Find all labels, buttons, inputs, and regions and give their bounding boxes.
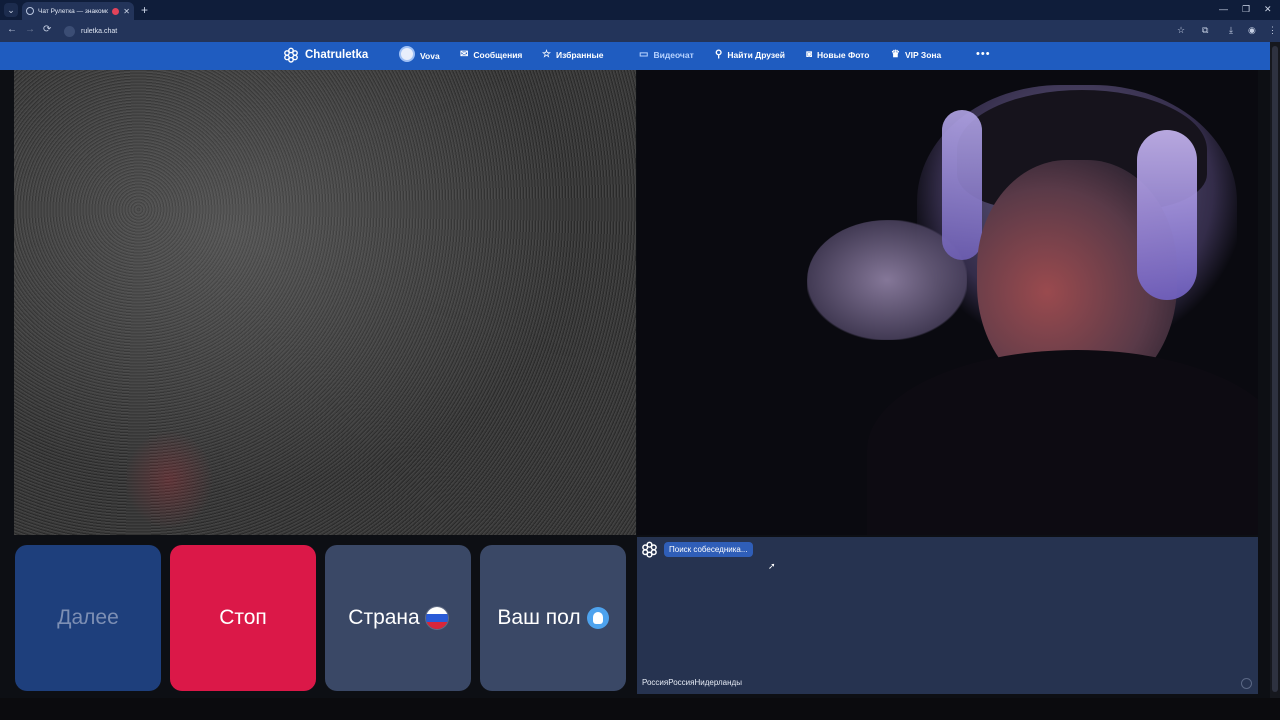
self-video [637,70,1258,535]
gender-button[interactable]: Ваш пол [480,545,626,691]
site-info-icon[interactable] [64,25,75,37]
video-icon: ▭ [639,49,649,60]
browser-tab[interactable]: Чат Рулетка — знакомств... ✕ [22,2,134,20]
nav-vip-zone[interactable]: ♛ VIP Зона [891,49,942,61]
country-button[interactable]: Страна [325,545,471,691]
scrollbar-thumb[interactable] [1272,46,1278,692]
restore-button[interactable]: ❐ [1242,4,1250,15]
tab-title: Чат Рулетка — знакомств... [38,7,109,15]
nav-find-friends-label: Найти Друзей [727,50,785,60]
nav-messages[interactable]: ✉ Сообщения [460,49,523,61]
headphone-right-shape [1137,130,1197,300]
minimize-button[interactable]: — [1219,4,1228,14]
page-scrollbar[interactable] [1270,42,1280,698]
recording-icon [112,7,120,15]
address-bar[interactable]: ruletka.chat [60,23,1200,39]
gender-icon [586,607,609,629]
country-label: Страна [348,606,420,629]
site-header: Chatruletka Vova ✉ Сообщения ☆ Избранные… [0,42,1270,70]
browser-toolbar: ← → ⟳ ruletka.chat ☆ ⧉ ⤓ ◉ ⋮ [0,20,1280,42]
profile-icon[interactable]: ◉ [1248,25,1256,36]
url-text: ruletka.chat [81,27,118,35]
search-status-badge: Поиск собеседника... [664,542,753,557]
back-button[interactable]: ← [7,24,17,35]
crown-icon: ♛ [891,49,900,60]
nav-new-photos[interactable]: ◙ Новые Фото [806,49,870,61]
tab-close-icon[interactable]: ✕ [123,7,130,16]
browser-tabstrip: ⌄ Чат Рулетка — знакомств... ✕ + — ❐ ✕ [0,0,1280,20]
brand-logo[interactable]: Chatruletka [283,47,368,63]
camera-icon: ◙ [806,49,813,60]
avatar [399,46,415,62]
russia-flag-icon [425,607,448,629]
chatruletka-logo-icon [284,47,298,63]
close-window-button[interactable]: ✕ [1264,4,1272,15]
partner-video [14,70,636,535]
nav-profile[interactable]: Vova [399,46,440,62]
mail-icon: ✉ [460,49,469,60]
next-button[interactable]: Далее [15,545,161,691]
chat-message-input[interactable]: РоссияРоссияНидерланды [642,678,742,687]
reload-button[interactable]: ⟳ [43,24,51,35]
search-icon: ⚲ [715,49,723,60]
browser-menu-icon[interactable]: ⋮ [1268,25,1277,36]
bottom-bar [0,698,1280,720]
star-icon: ☆ [542,49,551,60]
forward-button[interactable]: → [25,24,35,35]
new-tab-button[interactable]: + [141,3,148,17]
nav-videochat[interactable]: ▭ Видеочат [639,49,694,61]
user-name: Vova [420,51,440,61]
brand-name: Chatruletka [305,49,369,61]
bookmark-star-icon[interactable]: ☆ [1177,25,1185,36]
nav-vip-zone-label: VIP Зона [904,50,942,60]
emoji-icon[interactable] [1241,678,1252,689]
chat-status: Поиск собеседника... [641,541,753,558]
nav-new-photos-label: Новые Фото [817,50,870,60]
globe-icon [26,7,34,15]
nav-videochat-label: Видеочат [653,50,694,60]
more-menu-icon[interactable]: ••• [976,48,991,60]
mouse-cursor-icon: ➚ [768,561,776,571]
download-icon[interactable]: ⤓ [1229,25,1233,36]
chatruletka-logo-icon [642,541,657,558]
nav-messages-label: Сообщения [473,50,523,60]
nav-favorites-label: Избранные [555,50,604,60]
chat-panel: Поиск собеседника... РоссияРоссияНидерла… [637,537,1258,694]
nav-favorites[interactable]: ☆ Избранные [542,49,604,61]
body-shape [867,350,1258,535]
nav-find-friends[interactable]: ⚲ Найти Друзей [715,49,785,61]
gender-label: Ваш пол [497,606,581,629]
extensions-icon[interactable]: ⧉ [1202,25,1208,36]
headphone-left-shape [942,110,982,260]
tab-search-button[interactable]: ⌄ [4,3,18,17]
stop-button[interactable]: Стоп [170,545,316,691]
